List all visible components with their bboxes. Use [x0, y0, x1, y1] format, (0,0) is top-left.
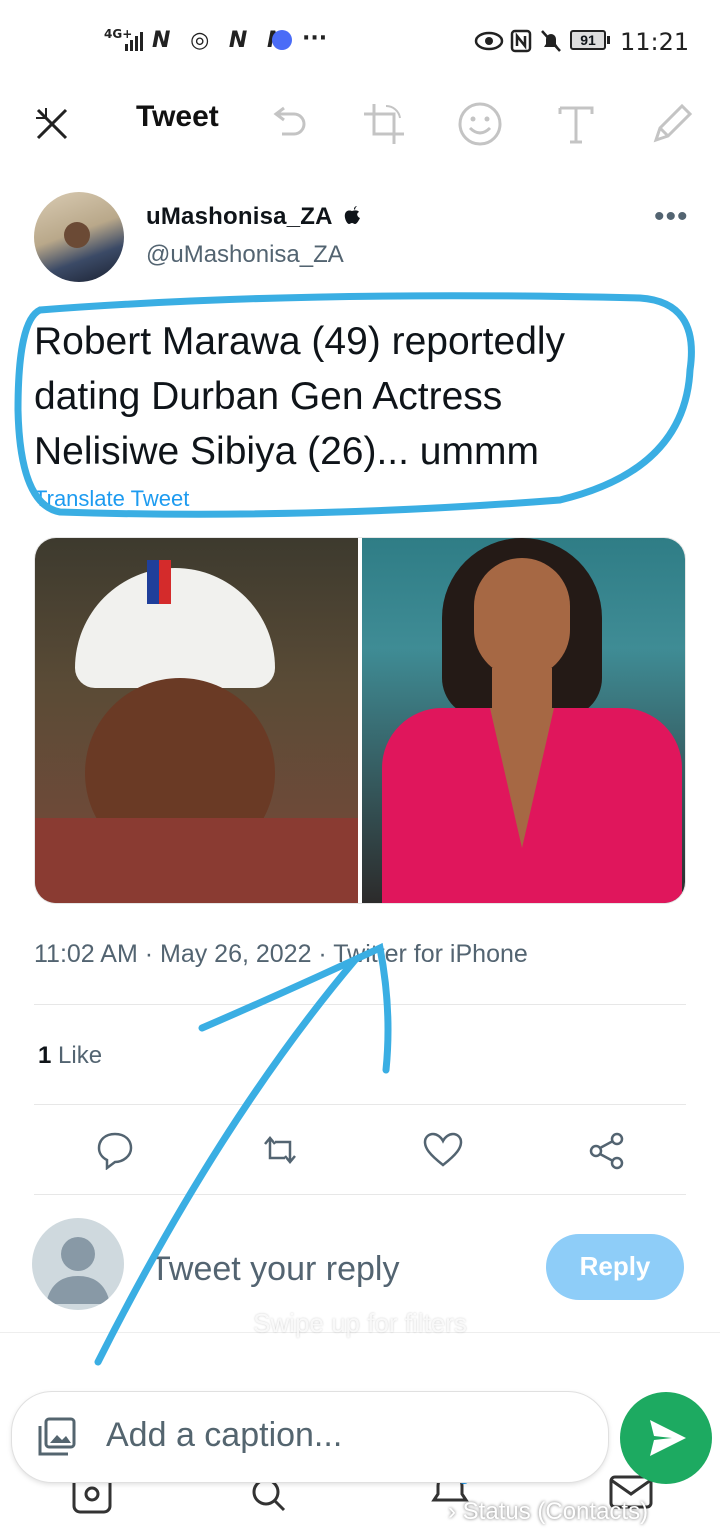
send-button[interactable]	[620, 1392, 712, 1484]
camera-icon	[72, 1482, 112, 1514]
gallery-icon[interactable]	[36, 1416, 78, 1458]
status-audience[interactable]: › Status (Contacts)	[448, 1498, 648, 1526]
caption-input[interactable]: Add a caption...	[106, 1416, 342, 1455]
chevron-right-icon: ›	[448, 1498, 456, 1525]
swipe-hint: Swipe up for filters	[253, 1308, 467, 1338]
search-icon	[252, 1478, 286, 1512]
caption-bar[interactable]: Add a caption...	[12, 1392, 608, 1482]
send-icon	[650, 1420, 686, 1456]
